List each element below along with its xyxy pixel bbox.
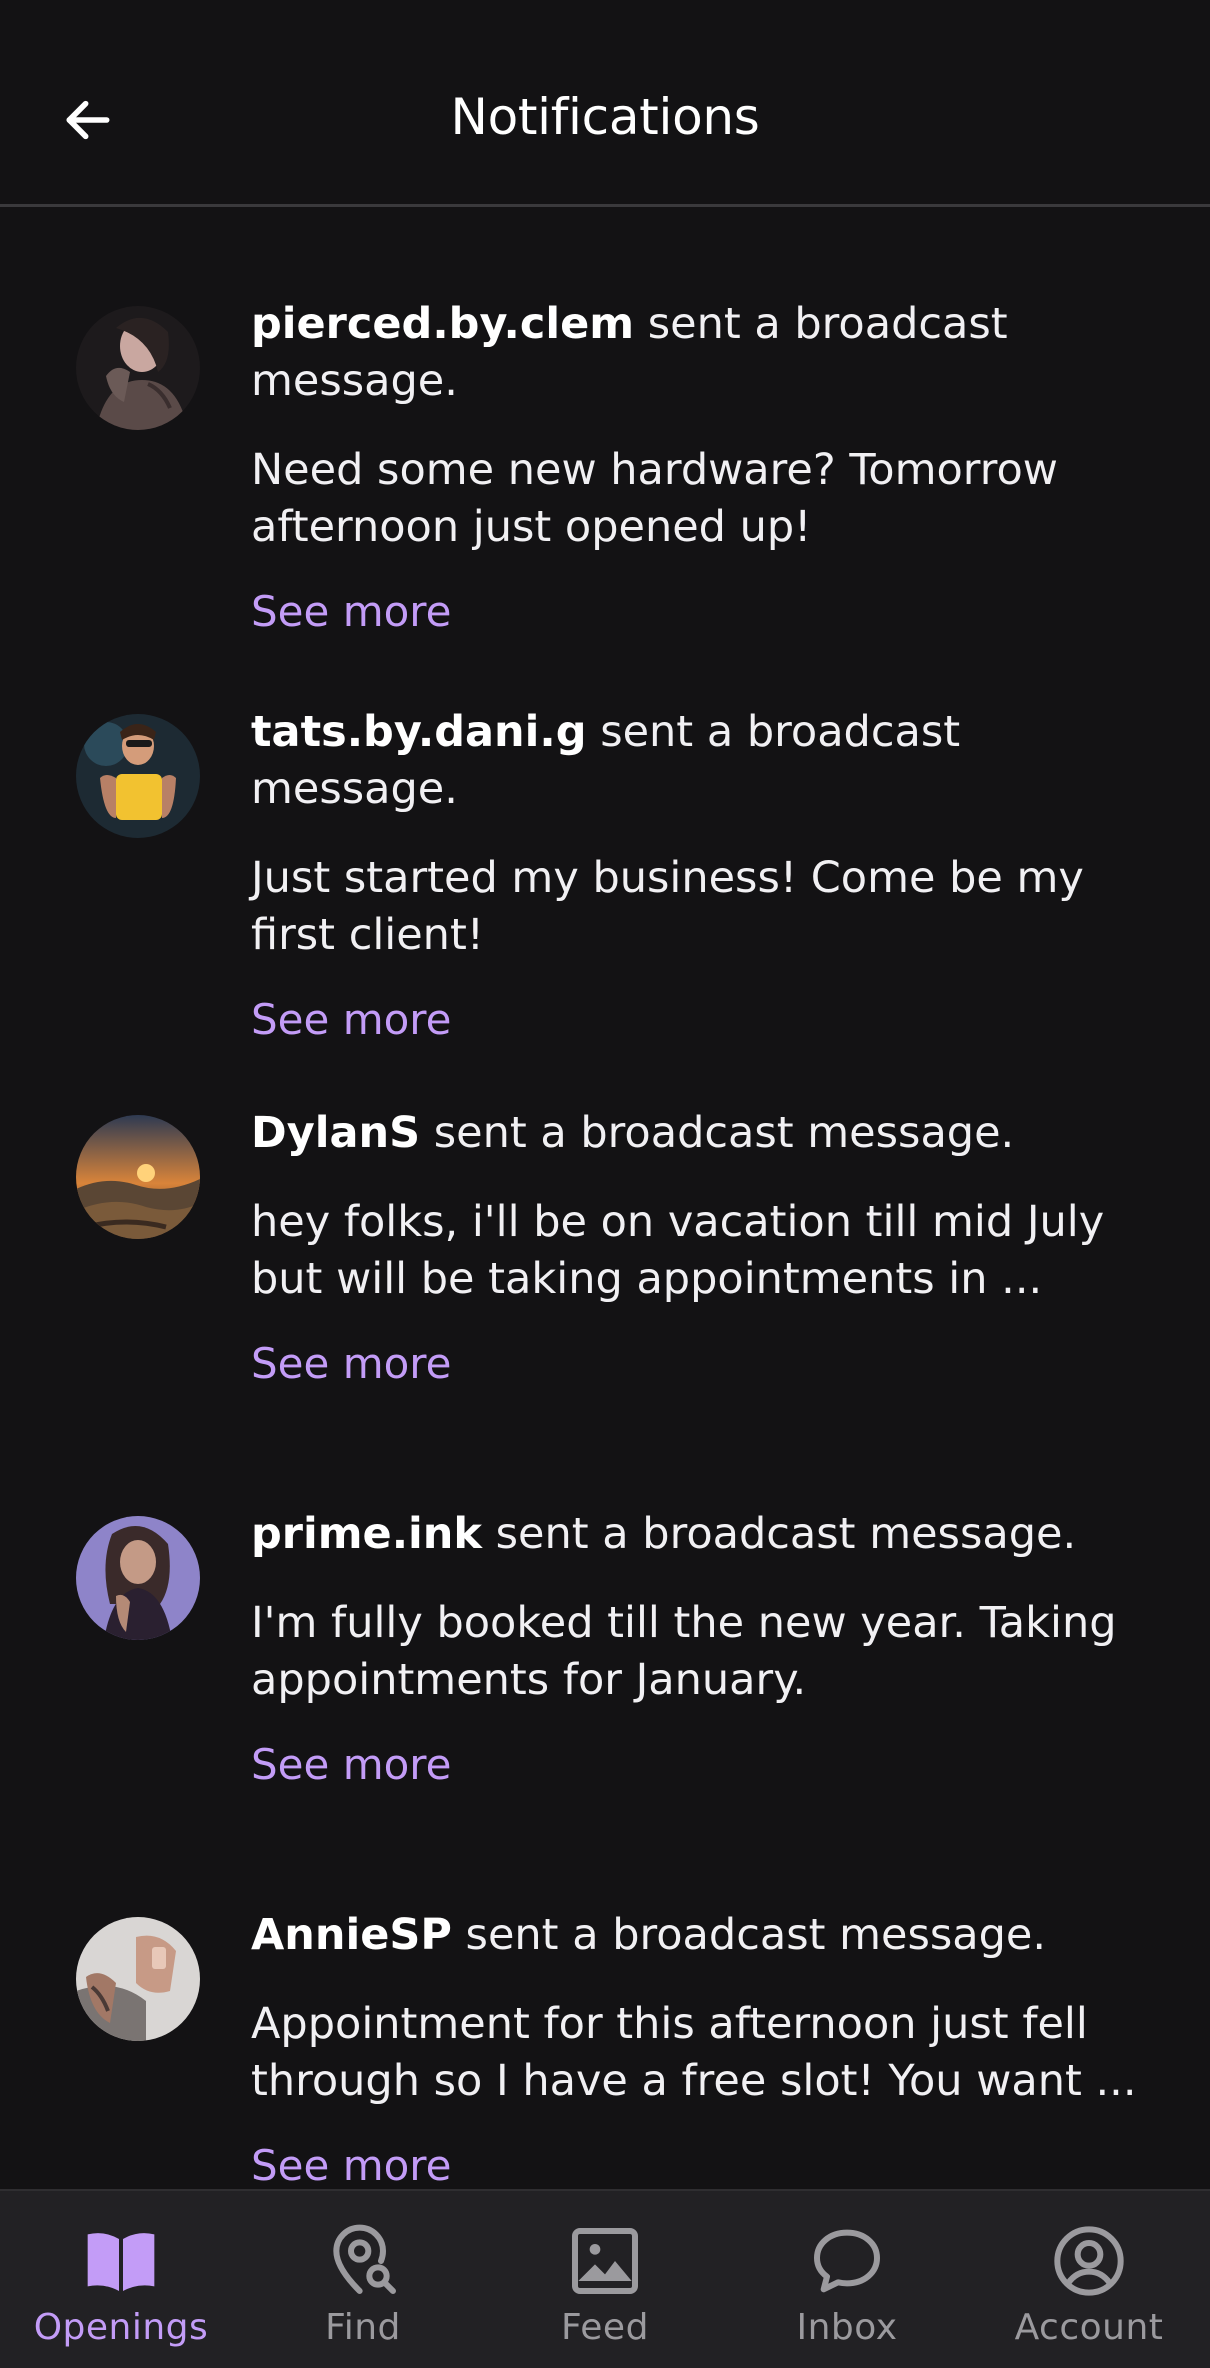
notification-body: pierced.by.clem sent a broadcast message… — [251, 296, 1161, 640]
avatar[interactable] — [76, 1115, 200, 1239]
action-text: sent a broadcast message. — [451, 1910, 1047, 1960]
broadcast-message: I'm fully booked till the new year. Taki… — [251, 1598, 1117, 1705]
notification-body: DylanS sent a broadcast message. hey fol… — [251, 1105, 1161, 1392]
nav-label: Find — [325, 2307, 401, 2348]
see-more-link[interactable]: See more — [251, 992, 451, 1048]
notification-body: AnnieSP sent a broadcast message. Appoin… — [251, 1907, 1161, 2190]
see-more-link[interactable]: See more — [251, 1336, 451, 1392]
nav-find[interactable]: Find — [242, 2191, 484, 2368]
map-pin-search-icon — [323, 2221, 403, 2301]
nav-account[interactable]: Account — [968, 2191, 1210, 2368]
notification-headline: DylanS sent a broadcast message. — [251, 1105, 1161, 1162]
notification-list[interactable]: pierced.by.clem sent a broadcast message… — [0, 210, 1210, 2190]
username[interactable]: prime.ink — [251, 1509, 482, 1559]
avatar[interactable] — [76, 306, 200, 430]
user-circle-icon — [1049, 2221, 1129, 2301]
nav-inbox[interactable]: Inbox — [726, 2191, 968, 2368]
username[interactable]: tats.by.dani.g — [251, 707, 587, 757]
broadcast-message: Appointment for this afternoon just fell… — [251, 1999, 1137, 2106]
nav-feed[interactable]: Feed — [484, 2191, 726, 2368]
avatar[interactable] — [76, 1917, 200, 2041]
bottom-navigation: Openings Find Feed Inbox Account — [0, 2189, 1210, 2368]
image-icon — [565, 2221, 645, 2301]
avatar[interactable] — [76, 1516, 200, 1640]
chat-bubble-icon — [807, 2221, 887, 2301]
notification-headline: prime.ink sent a broadcast message. — [251, 1506, 1161, 1563]
action-text: sent a broadcast message. — [481, 1509, 1077, 1559]
broadcast-message: Need some new hardware? Tomorrow afterno… — [251, 445, 1058, 552]
nav-label: Inbox — [796, 2307, 898, 2348]
username[interactable]: AnnieSP — [251, 1910, 452, 1960]
see-more-link[interactable]: See more — [251, 2138, 451, 2190]
notification-body: tats.by.dani.g sent a broadcast message.… — [251, 704, 1161, 1048]
broadcast-message: hey folks, i'll be on vacation till mid … — [251, 1197, 1105, 1304]
notification-headline: AnnieSP sent a broadcast message. — [251, 1907, 1161, 1964]
page-title: Notifications — [450, 88, 760, 146]
notification-headline: tats.by.dani.g sent a broadcast message. — [251, 704, 1161, 818]
username[interactable]: DylanS — [251, 1108, 420, 1158]
see-more-link[interactable]: See more — [251, 584, 451, 640]
nav-label: Openings — [33, 2307, 209, 2348]
book-icon — [81, 2221, 161, 2301]
action-text: sent a broadcast message. — [420, 1108, 1015, 1158]
see-more-link[interactable]: See more — [251, 1737, 451, 1793]
nav-openings[interactable]: Openings — [0, 2191, 242, 2368]
notifications-screen: Notifications pierced.by.clem sent a bro… — [0, 0, 1210, 2368]
avatar[interactable] — [76, 714, 200, 838]
nav-label: Feed — [561, 2307, 649, 2348]
username[interactable]: pierced.by.clem — [251, 299, 634, 349]
notification-headline: pierced.by.clem sent a broadcast message… — [251, 296, 1161, 410]
nav-label: Account — [1014, 2307, 1164, 2348]
broadcast-message: Just started my business! Come be my fir… — [251, 853, 1084, 960]
top-app-bar: Notifications — [0, 0, 1210, 207]
notification-body: prime.ink sent a broadcast message. I'm … — [251, 1506, 1161, 1793]
